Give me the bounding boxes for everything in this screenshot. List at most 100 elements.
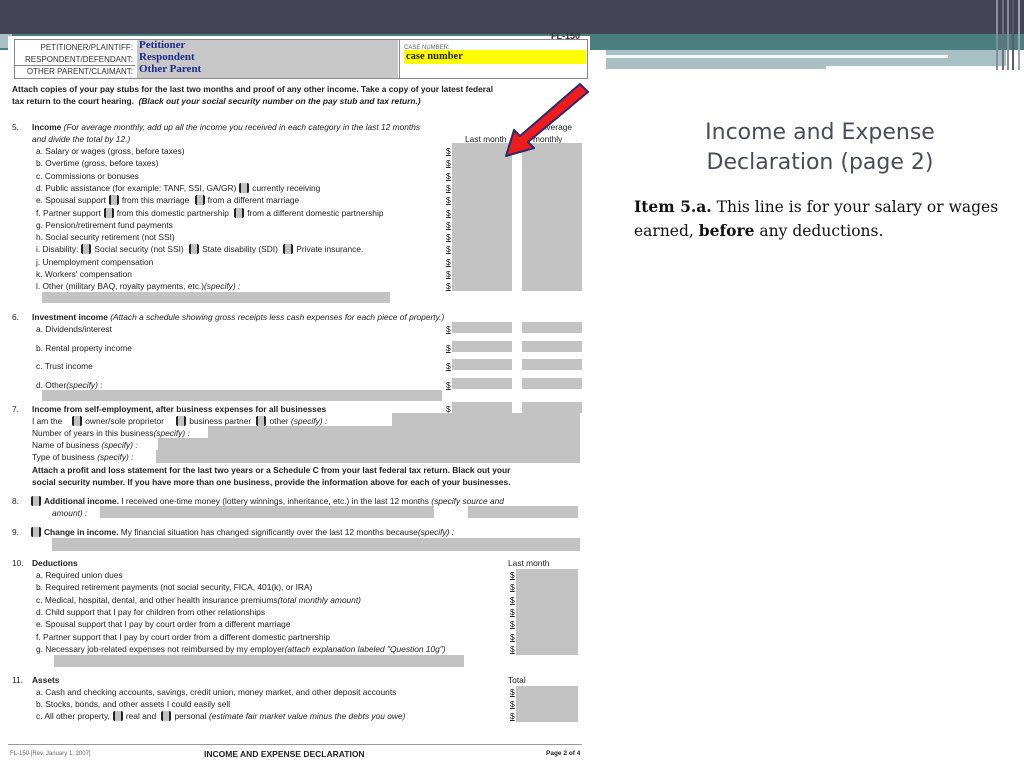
disability-ss-checkbox[interactable] [81, 244, 92, 255]
investment-last-month-field[interactable] [452, 377, 512, 389]
owner-checkbox[interactable] [72, 416, 83, 426]
respondent-value[interactable]: Respondent [139, 51, 195, 63]
disability-sdi-checkbox[interactable] [189, 244, 200, 255]
dollar-sign: $ [510, 606, 515, 617]
form-header: PETITIONER/PLAINTIFF: Petitioner RESPOND… [14, 39, 588, 79]
investment-average-field[interactable] [522, 359, 582, 370]
partner-different-checkbox[interactable] [234, 207, 245, 218]
investment-row-1: b. Rental property income [36, 342, 132, 353]
years-in-business-field[interactable] [208, 426, 580, 438]
dollar-sign: $ [446, 182, 451, 193]
investment-last-month-field[interactable] [452, 340, 512, 352]
partner-this-checkbox[interactable] [103, 207, 114, 218]
dollar-sign: $ [446, 219, 451, 230]
public-assistance-checkbox[interactable] [239, 182, 250, 193]
spousal-this-marriage-checkbox[interactable] [108, 195, 119, 206]
section-7-title: Income from self-employment, after busin… [32, 404, 327, 414]
dollar-sign: $ [446, 379, 451, 390]
deductions-last-month-column[interactable] [516, 569, 578, 655]
section-9-number: 9. [12, 527, 19, 537]
spousal-different-marriage-checkbox[interactable] [194, 195, 205, 206]
item-reference: Item 5.a. [634, 197, 712, 216]
investment-average-field[interactable] [522, 340, 582, 352]
case-number-field[interactable]: case number [404, 50, 586, 64]
income-other-row: l. Other (military BAQ, royalty payments… [36, 281, 241, 292]
business-type-label: Type of business (specify) : [32, 452, 134, 462]
section-5-number: 5. [12, 122, 19, 132]
income-unemployment-row: j. Unemployment compensation [36, 256, 154, 267]
footer-title: INCOME AND EXPENSE DECLARATION [204, 749, 365, 759]
investment-last-month-field[interactable] [452, 359, 512, 370]
additional-income-source-field[interactable] [100, 506, 434, 518]
dollar-sign: $ [446, 244, 451, 255]
dollar-sign: $ [446, 342, 451, 353]
dollar-sign: $ [510, 699, 515, 709]
section-10-title: Deductions [32, 558, 78, 568]
intro-line-2: tax return to the court hearing. (Black … [12, 96, 421, 106]
section-11-title: Assets [32, 675, 60, 685]
partner-checkbox[interactable] [176, 416, 187, 426]
income-disability-row: i. Disability: Social security (not SSI) … [36, 244, 364, 255]
real-property-checkbox[interactable] [112, 711, 123, 721]
intro-line-1: Attach copies of your pay stubs for the … [12, 84, 494, 94]
dollar-sign: $ [446, 146, 451, 156]
income-average-monthly-column[interactable] [522, 143, 582, 291]
income-overtime-row: b. Overtime (gross, before taxes) [36, 158, 159, 169]
additional-income-checkbox[interactable] [31, 496, 41, 506]
assets-col-label: Total [508, 675, 526, 685]
investment-average-field[interactable] [522, 377, 582, 389]
dollar-sign: $ [510, 594, 515, 605]
other-parent-value[interactable]: Other Parent [139, 63, 201, 75]
self-employment-average-field[interactable] [522, 402, 582, 413]
dollar-sign: $ [446, 170, 451, 181]
self-employment-attach-2: social security number. If you have more… [32, 477, 511, 487]
disability-private-checkbox[interactable] [283, 244, 294, 255]
footer-revision: FL-150 [Rev. January 1, 2007] [10, 751, 91, 757]
dollar-sign: $ [446, 269, 451, 279]
additional-income-amount-field[interactable] [468, 506, 578, 518]
petitioner-label: PETITIONER/PLAINTIFF: [40, 43, 133, 52]
income-other-specify-field[interactable] [42, 292, 390, 303]
income-commissions-row: c. Commissions or bonuses [36, 170, 139, 181]
asset-stocks-row: b. Stocks, bonds, and other assets I cou… [36, 699, 231, 709]
dollar-sign: $ [446, 256, 451, 267]
slide-light-band [606, 50, 1006, 69]
self-employment-last-month-field[interactable] [452, 402, 512, 413]
business-type-field[interactable] [156, 450, 580, 463]
deduction-row-3: d. Child support that I pay for children… [36, 606, 266, 617]
investment-average-field[interactable] [522, 322, 582, 333]
change-in-income-checkbox[interactable] [31, 527, 41, 537]
investment-row-2: c. Trust income [36, 361, 93, 371]
dollar-sign: $ [510, 631, 515, 642]
investment-last-month-field[interactable] [452, 322, 512, 333]
investment-other-specify-field[interactable] [42, 390, 442, 401]
section-7-number: 7. [12, 404, 19, 414]
income-pension-row: g. Pension/retirement fund payments [36, 219, 173, 230]
deduction-row-1: b. Required retirement payments (not soc… [36, 582, 313, 593]
footer-page-number: Page 2 of 4 [546, 750, 581, 757]
assets-total-column[interactable] [516, 686, 578, 722]
change-in-income-field[interactable] [52, 538, 580, 551]
deduction-row-5: f. Partner support that I pay by court o… [36, 631, 331, 642]
self-employment-attach-1: Attach a profit and loss statement for t… [32, 465, 511, 475]
dollar-sign: $ [510, 570, 515, 580]
section-6-number: 6. [12, 312, 19, 322]
dollar-sign: $ [446, 158, 451, 169]
income-salary-row: a. Salary or wages (gross, before taxes) [36, 146, 185, 156]
business-name-field[interactable] [158, 438, 580, 450]
income-last-month-column[interactable] [452, 143, 512, 291]
other-role-specify-field[interactable] [392, 413, 580, 427]
income-partner-support-row: f. Partner support from this domestic par… [36, 207, 384, 218]
asset-other-property-row: c. All other property, real and personal … [36, 711, 406, 721]
case-number-box: CASE NUMBER: case number [399, 40, 589, 78]
section-8-amount-label: amount) : [52, 508, 88, 518]
deduction-row-2: c. Medical, hospital, dental, and other … [36, 594, 361, 605]
other-role-checkbox[interactable] [256, 416, 267, 426]
dollar-sign: $ [510, 643, 515, 654]
dollar-sign: $ [446, 207, 451, 218]
personal-property-checkbox[interactable] [161, 711, 172, 721]
job-expenses-explanation-field[interactable] [54, 655, 464, 667]
petitioner-value[interactable]: Petitioner [139, 39, 185, 51]
section-10-number: 10. [12, 558, 24, 568]
deduction-row-0: a. Required union dues [36, 570, 123, 580]
